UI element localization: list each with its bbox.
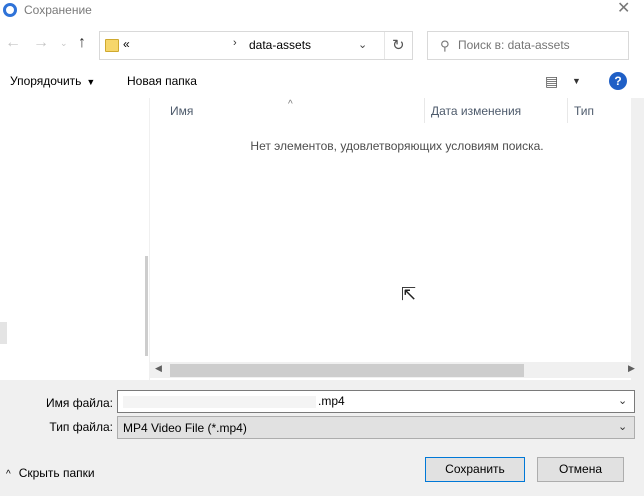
address-bar[interactable]: « › data-assets ⌄ ↻ [99, 31, 413, 60]
file-name-dropdown-chevron-icon[interactable]: ⌄ [618, 394, 627, 407]
column-header-name[interactable]: Имя ^ [150, 98, 425, 123]
breadcrumb-current-folder[interactable]: data-assets [249, 38, 311, 52]
chrome-app-icon [3, 3, 17, 17]
sort-ascending-icon: ^ [288, 99, 293, 110]
dropdown-arrow-icon: ▼ [86, 77, 96, 87]
horizontal-scrollbar-thumb[interactable] [170, 364, 524, 377]
file-list[interactable]: Имя ^ Дата изменения Тип Нет элементов, … [150, 98, 644, 380]
search-icon: ⚲ [440, 38, 450, 53]
cancel-button[interactable]: Отмена [537, 457, 624, 482]
mouse-cursor-icon: ⇱ [401, 284, 417, 304]
file-name-combobox[interactable]: ⌄ [117, 390, 635, 413]
breadcrumb-separator-icon[interactable]: › [233, 37, 237, 49]
search-box[interactable]: ⚲ [427, 31, 629, 60]
horizontal-scrollbar[interactable]: ◀ ▶ [150, 362, 644, 378]
forward-arrow-icon[interactable]: → [33, 34, 49, 52]
scroll-left-icon[interactable]: ◀ [155, 363, 162, 374]
file-type-label: Тип файла: [49, 420, 113, 434]
close-icon[interactable]: ✕ [617, 0, 630, 18]
window-title: Сохранение [24, 3, 92, 17]
view-dropdown-arrow-icon[interactable]: ▼ [572, 76, 581, 86]
new-folder-button[interactable]: Новая папка [127, 74, 197, 88]
file-type-value: MP4 Video File (*.mp4) [123, 421, 247, 435]
file-name-label: Имя файла: [46, 396, 113, 410]
file-name-input[interactable] [318, 394, 598, 408]
file-name-redacted [123, 396, 316, 408]
organize-label: Упорядочить [10, 74, 82, 88]
column-header-label: Имя [170, 104, 194, 118]
help-icon[interactable]: ? [609, 72, 627, 90]
navigation-pane[interactable] [0, 98, 150, 380]
hide-folders-label: Скрыть папки [18, 466, 95, 480]
column-header-date-modified[interactable]: Дата изменения [425, 98, 568, 123]
navigation-pane-scrollbar[interactable] [145, 256, 148, 356]
empty-list-message: Нет элементов, удовлетворяющих условиям … [250, 139, 544, 153]
back-arrow-icon[interactable]: ← [5, 34, 21, 52]
file-type-dropdown-chevron-icon[interactable]: ⌄ [618, 420, 627, 433]
save-options-panel: Имя файла: ⌄ Тип файла: MP4 Video File (… [0, 380, 644, 496]
view-options-icon[interactable]: ▤ [545, 73, 558, 90]
address-history-chevron-icon[interactable]: ⌄ [358, 38, 367, 51]
breadcrumb-overflow[interactable]: « [123, 37, 130, 51]
vertical-scrollbar[interactable] [631, 98, 644, 380]
organize-menu-button[interactable]: Упорядочить ▼ [10, 74, 95, 88]
collapse-chevron-icon: ^ [6, 469, 11, 480]
navigation-pane-selected-item[interactable] [0, 322, 7, 344]
save-button[interactable]: Сохранить [425, 457, 525, 482]
up-arrow-icon[interactable]: ↑ [78, 34, 86, 52]
recent-locations-icon[interactable]: ⌄ [60, 38, 68, 49]
search-input[interactable] [458, 38, 623, 52]
command-toolbar: Упорядочить ▼ Новая папка ▤ ▼ ? [0, 68, 644, 96]
file-type-select[interactable]: MP4 Video File (*.mp4) ⌄ [117, 416, 635, 439]
folder-icon [105, 39, 119, 52]
hide-folders-toggle[interactable]: ^ Скрыть папки [6, 466, 95, 480]
title-bar: Сохранение ✕ [0, 0, 644, 22]
address-divider [384, 32, 385, 59]
refresh-icon[interactable]: ↻ [392, 36, 405, 54]
scroll-right-icon[interactable]: ▶ [628, 363, 635, 374]
